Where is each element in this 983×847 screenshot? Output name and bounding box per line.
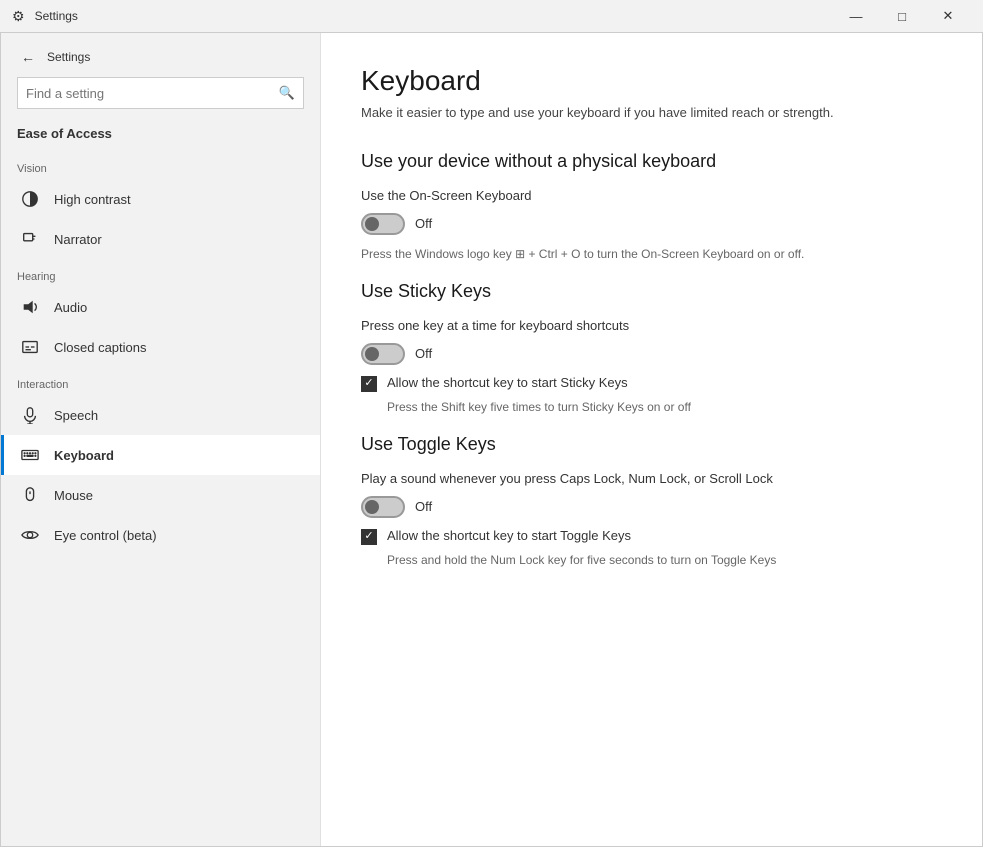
sticky-keys-heading: Use Sticky Keys [361, 281, 942, 302]
sidebar-item-mouse[interactable]: Mouse [1, 475, 320, 515]
sidebar: ← Settings 🔍 Ease of Access Vision High … [1, 33, 321, 846]
contrast-icon [20, 189, 40, 209]
sticky-keys-checkbox[interactable] [361, 376, 377, 392]
on-screen-toggle-row: Off [361, 213, 942, 235]
settings-icon: ⚙ [12, 8, 25, 25]
sidebar-title: Settings [47, 50, 90, 64]
back-button[interactable]: ← [17, 45, 39, 69]
title-bar-title: Settings [35, 9, 78, 23]
audio-label: Audio [54, 300, 87, 315]
sidebar-item-high-contrast[interactable]: High contrast [1, 179, 320, 219]
toggle-keys-toggle-state: Off [415, 499, 432, 514]
maximize-button[interactable]: □ [879, 0, 925, 32]
minimize-button[interactable]: — [833, 0, 879, 32]
section-on-screen-keyboard: Use your device without a physical keybo… [361, 151, 942, 263]
toggle-keys-heading: Use Toggle Keys [361, 434, 942, 455]
title-bar: ⚙ Settings — □ ✕ [0, 0, 983, 32]
captions-icon [20, 337, 40, 357]
sticky-keys-checkbox-label: Allow the shortcut key to start Sticky K… [387, 375, 628, 390]
toggle-keys-checkbox-label: Allow the shortcut key to start Toggle K… [387, 528, 631, 543]
sticky-keys-hint: Press the Shift key five times to turn S… [361, 398, 942, 416]
close-button[interactable]: ✕ [925, 0, 971, 32]
sidebar-item-closed-captions[interactable]: Closed captions [1, 327, 320, 367]
mouse-label: Mouse [54, 488, 93, 503]
on-screen-hint: Press the Windows logo key ⊞ + Ctrl + O … [361, 245, 942, 263]
sidebar-item-audio[interactable]: Audio [1, 287, 320, 327]
category-label: Ease of Access [17, 126, 112, 141]
toggle-keys-label: Play a sound whenever you press Caps Loc… [361, 471, 942, 486]
sidebar-item-eye-control[interactable]: Eye control (beta) [1, 515, 320, 555]
closed-captions-label: Closed captions [54, 340, 147, 355]
sticky-keys-checkbox-row: Allow the shortcut key to start Sticky K… [361, 375, 942, 392]
main-content: Keyboard Make it easier to type and use … [321, 33, 982, 846]
sidebar-item-speech[interactable]: Speech [1, 395, 320, 435]
page-title: Keyboard [361, 65, 942, 97]
on-screen-label: Use the On-Screen Keyboard [361, 188, 942, 203]
page-subtitle: Make it easier to type and use your keyb… [361, 103, 942, 123]
toggle-keys-toggle[interactable] [361, 496, 405, 518]
narrator-icon [20, 229, 40, 249]
section-toggle-keys: Use Toggle Keys Play a sound whenever yo… [361, 434, 942, 569]
speech-label: Speech [54, 408, 98, 423]
speech-icon [20, 405, 40, 425]
section-sticky-keys: Use Sticky Keys Press one key at a time … [361, 281, 942, 416]
search-box[interactable]: 🔍 [17, 77, 304, 109]
search-icon: 🔍 [279, 85, 295, 101]
keyboard-icon [20, 445, 40, 465]
toggle-keys-checkbox[interactable] [361, 529, 377, 545]
section-interaction-label: Interaction [1, 367, 320, 395]
high-contrast-label: High contrast [54, 192, 131, 207]
mouse-icon [20, 485, 40, 505]
section-vision-label: Vision [1, 151, 320, 179]
on-screen-toggle[interactable] [361, 213, 405, 235]
section-hearing-label: Hearing [1, 259, 320, 287]
sticky-keys-toggle[interactable] [361, 343, 405, 365]
eye-control-label: Eye control (beta) [54, 528, 157, 543]
narrator-label: Narrator [54, 232, 102, 247]
toggle-keys-hint: Press and hold the Num Lock key for five… [361, 551, 942, 569]
sidebar-item-keyboard[interactable]: Keyboard [1, 435, 320, 475]
on-screen-toggle-state: Off [415, 216, 432, 231]
sticky-keys-label: Press one key at a time for keyboard sho… [361, 318, 942, 333]
sticky-keys-toggle-row: Off [361, 343, 942, 365]
audio-icon [20, 297, 40, 317]
toggle-keys-checkbox-row: Allow the shortcut key to start Toggle K… [361, 528, 942, 545]
eye-icon [20, 525, 40, 545]
sidebar-item-narrator[interactable]: Narrator [1, 219, 320, 259]
app-container: ← Settings 🔍 Ease of Access Vision High … [0, 32, 983, 847]
on-screen-heading: Use your device without a physical keybo… [361, 151, 942, 172]
search-input[interactable] [26, 86, 279, 101]
toggle-keys-toggle-row: Off [361, 496, 942, 518]
keyboard-label: Keyboard [54, 448, 114, 463]
sticky-keys-toggle-state: Off [415, 346, 432, 361]
